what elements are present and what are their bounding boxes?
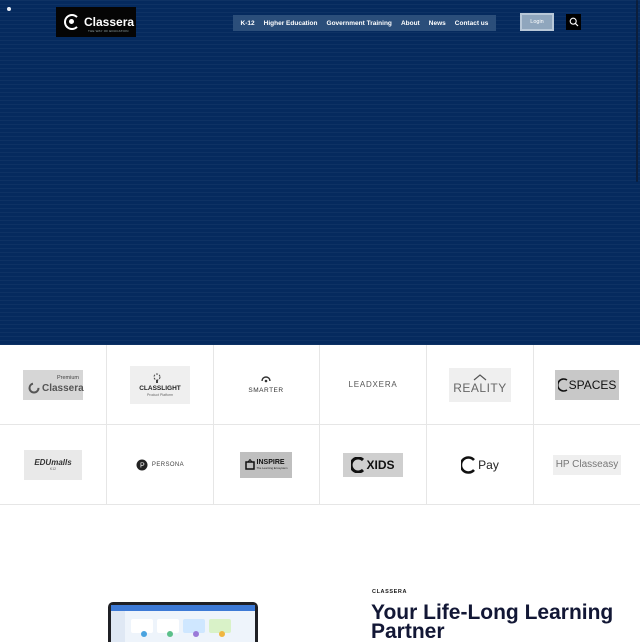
- partner-label: CLASSLIGHT: [139, 385, 181, 392]
- partner-label: REALITY: [453, 381, 507, 395]
- mockup-topbar: [111, 605, 255, 611]
- partner-logo: SMARTER: [241, 370, 291, 400]
- indicator-dot: [7, 7, 11, 11]
- partner-sublabel: Product Platform: [146, 393, 174, 397]
- section-headline: Your Life-Long Learning Partner: [371, 601, 614, 643]
- login-button[interactable]: Login: [520, 13, 554, 31]
- partner-logo: LEADXERA: [343, 375, 403, 395]
- partner-xids[interactable]: XIDS: [320, 425, 427, 505]
- partner-reality[interactable]: REALITY: [427, 345, 534, 425]
- partner-persona[interactable]: P PERSONA: [107, 425, 214, 505]
- partner-classlight[interactable]: CLASSLIGHT Product Platform: [107, 345, 214, 425]
- svg-text:P: P: [140, 462, 145, 469]
- scrollbar[interactable]: [636, 0, 638, 182]
- main-nav: K-12 Higher Education Government Trainin…: [233, 15, 496, 31]
- partner-label: SMARTER: [248, 386, 284, 394]
- nav-item-about[interactable]: About: [401, 20, 420, 27]
- partner-logo: EDUmalls K12: [24, 449, 82, 480]
- partner-pay[interactable]: Pay: [427, 425, 534, 505]
- partner-label: INSPIRE: [256, 459, 285, 466]
- search-icon: [569, 17, 578, 27]
- nav-item-government-training[interactable]: Government Training: [327, 20, 392, 27]
- mockup-dot: [167, 631, 173, 637]
- classlight-bulb-icon: [153, 373, 161, 383]
- partner-spaces[interactable]: SPACES: [534, 345, 640, 425]
- persona-p-icon: P: [136, 459, 148, 470]
- inspire-box-icon: [244, 459, 255, 470]
- mockup-dot: [193, 631, 199, 637]
- partner-logo: CLASSLIGHT Product Platform: [130, 365, 190, 404]
- partner-label: LEADXERA: [348, 380, 398, 389]
- partner-edumalls[interactable]: EDUmalls K12: [0, 425, 107, 505]
- partner-sublabel: The Learning Ecosystem: [256, 466, 288, 470]
- nav-item-higher-education[interactable]: Higher Education: [264, 20, 318, 27]
- nav-item-news[interactable]: News: [429, 20, 446, 27]
- brand-tagline: THE WAY OF EDUCATION: [88, 29, 129, 33]
- partner-label: XIDS: [366, 457, 395, 472]
- partner-logo: REALITY: [449, 367, 511, 402]
- partner-leadxera[interactable]: LEADXERA: [320, 345, 427, 425]
- nav-item-contact-us[interactable]: Contact us: [455, 20, 489, 27]
- partner-label-small: Premium: [57, 374, 80, 381]
- partner-label: Pay: [478, 457, 499, 472]
- partner-inspire[interactable]: INSPIRE The Learning Ecosystem: [213, 425, 320, 505]
- classera-swirl-icon: [28, 382, 40, 393]
- brand-name: Classera: [84, 15, 135, 29]
- partner-logo: P PERSONA: [130, 455, 190, 475]
- xids-c-icon: [351, 456, 365, 473]
- partner-hp-classeasy[interactable]: HP Classeasy: [534, 425, 640, 505]
- partner-logo: XIDS: [343, 452, 403, 477]
- smarter-swirl-icon: [261, 375, 271, 382]
- laptop-frame: [108, 602, 258, 642]
- partner-sublabel: K12: [49, 467, 57, 471]
- mockup-dot: [141, 631, 147, 637]
- partner-logo: INSPIRE The Learning Ecosystem: [240, 451, 292, 478]
- classera-logo[interactable]: Classera THE WAY OF EDUCATION: [56, 7, 136, 37]
- partner-logo: Pay: [455, 453, 505, 477]
- partner-label: EDUmalls: [34, 458, 72, 467]
- hero-section: Classera THE WAY OF EDUCATION K-12 Highe…: [0, 0, 640, 345]
- partner-label: Classera: [42, 382, 84, 394]
- pay-c-icon: [461, 455, 476, 474]
- partner-label: HP Classeasy: [555, 459, 619, 470]
- partner-logo: HP Classeasy: [553, 454, 621, 475]
- reality-mark-icon: [473, 374, 487, 381]
- partner-logo: Premium Classera: [23, 369, 84, 400]
- nav-item-k12[interactable]: K-12: [241, 20, 255, 27]
- partner-label: PERSONA: [151, 461, 185, 468]
- mockup-sidebar: [111, 611, 125, 642]
- partner-label: SPACES: [568, 377, 617, 392]
- classera-logo-icon: [64, 14, 80, 30]
- section-eyebrow: CLASSERA: [372, 589, 408, 595]
- partner-smarter[interactable]: SMARTER: [213, 345, 320, 425]
- partner-logo-grid: Premium Classera CLASSLIGHT Product Plat…: [0, 345, 640, 505]
- platform-laptop-mockup: [108, 602, 258, 642]
- search-button[interactable]: [566, 14, 581, 30]
- laptop-screen: [111, 605, 255, 642]
- spaces-c-icon: [557, 377, 568, 392]
- partner-premium-classera[interactable]: Premium Classera: [0, 345, 107, 425]
- partner-logo: SPACES: [555, 369, 619, 400]
- mockup-dot: [219, 631, 225, 637]
